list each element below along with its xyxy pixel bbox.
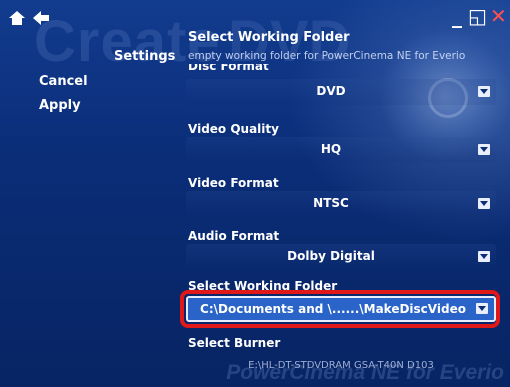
video-quality-label: Video Quality xyxy=(188,122,279,136)
header-description: empty working folder for PowerCinema NE … xyxy=(188,50,466,62)
audio-format-dropdown[interactable]: Dolby Digital xyxy=(186,244,496,270)
cancel-button[interactable]: Cancel xyxy=(39,74,88,89)
video-format-label: Video Format xyxy=(188,176,279,190)
video-format-value: NTSC xyxy=(313,196,349,210)
chevron-down-icon[interactable] xyxy=(478,144,490,155)
video-quality-value: HQ xyxy=(320,142,342,156)
settings-screen: Create DVD PowerCinema NE for Everio _ ◱… xyxy=(0,0,510,387)
chevron-down-icon[interactable] xyxy=(476,303,488,314)
video-quality-dropdown[interactable]: HQ xyxy=(186,137,496,163)
close-icon[interactable]: ✕ xyxy=(490,4,507,28)
apply-button[interactable]: Apply xyxy=(39,98,81,113)
disc-format-dropdown[interactable]: DVD xyxy=(186,79,496,105)
page-title: Settings xyxy=(114,49,176,64)
working-folder-dropdown[interactable]: C:\Documents and \......\MakeDiscVideo xyxy=(186,296,496,322)
audio-format-value: Dolby Digital xyxy=(287,249,375,263)
disc-format-label: Disc Format xyxy=(188,64,269,74)
burner-value[interactable]: E:\HL-DT-STDVDRAM GSA-T40N D103 xyxy=(186,360,496,372)
chevron-down-icon[interactable] xyxy=(478,198,490,209)
audio-format-label: Audio Format xyxy=(188,229,280,243)
back-arrow-icon[interactable] xyxy=(32,10,50,26)
video-format-dropdown[interactable]: NTSC xyxy=(186,191,496,217)
chevron-down-icon[interactable] xyxy=(478,86,490,97)
restore-icon[interactable]: ◱ xyxy=(468,4,487,28)
working-folder-value: C:\Documents and \......\MakeDiscVideo xyxy=(200,302,466,316)
home-icon[interactable] xyxy=(8,10,26,26)
burner-label: Select Burner xyxy=(188,336,281,350)
disc-format-label-text: Disc Format xyxy=(188,64,269,73)
disc-format-value: DVD xyxy=(316,84,346,98)
minimize-icon[interactable]: _ xyxy=(452,4,462,28)
header-title: Select Working Folder xyxy=(188,30,350,45)
chevron-down-icon[interactable] xyxy=(478,251,490,262)
